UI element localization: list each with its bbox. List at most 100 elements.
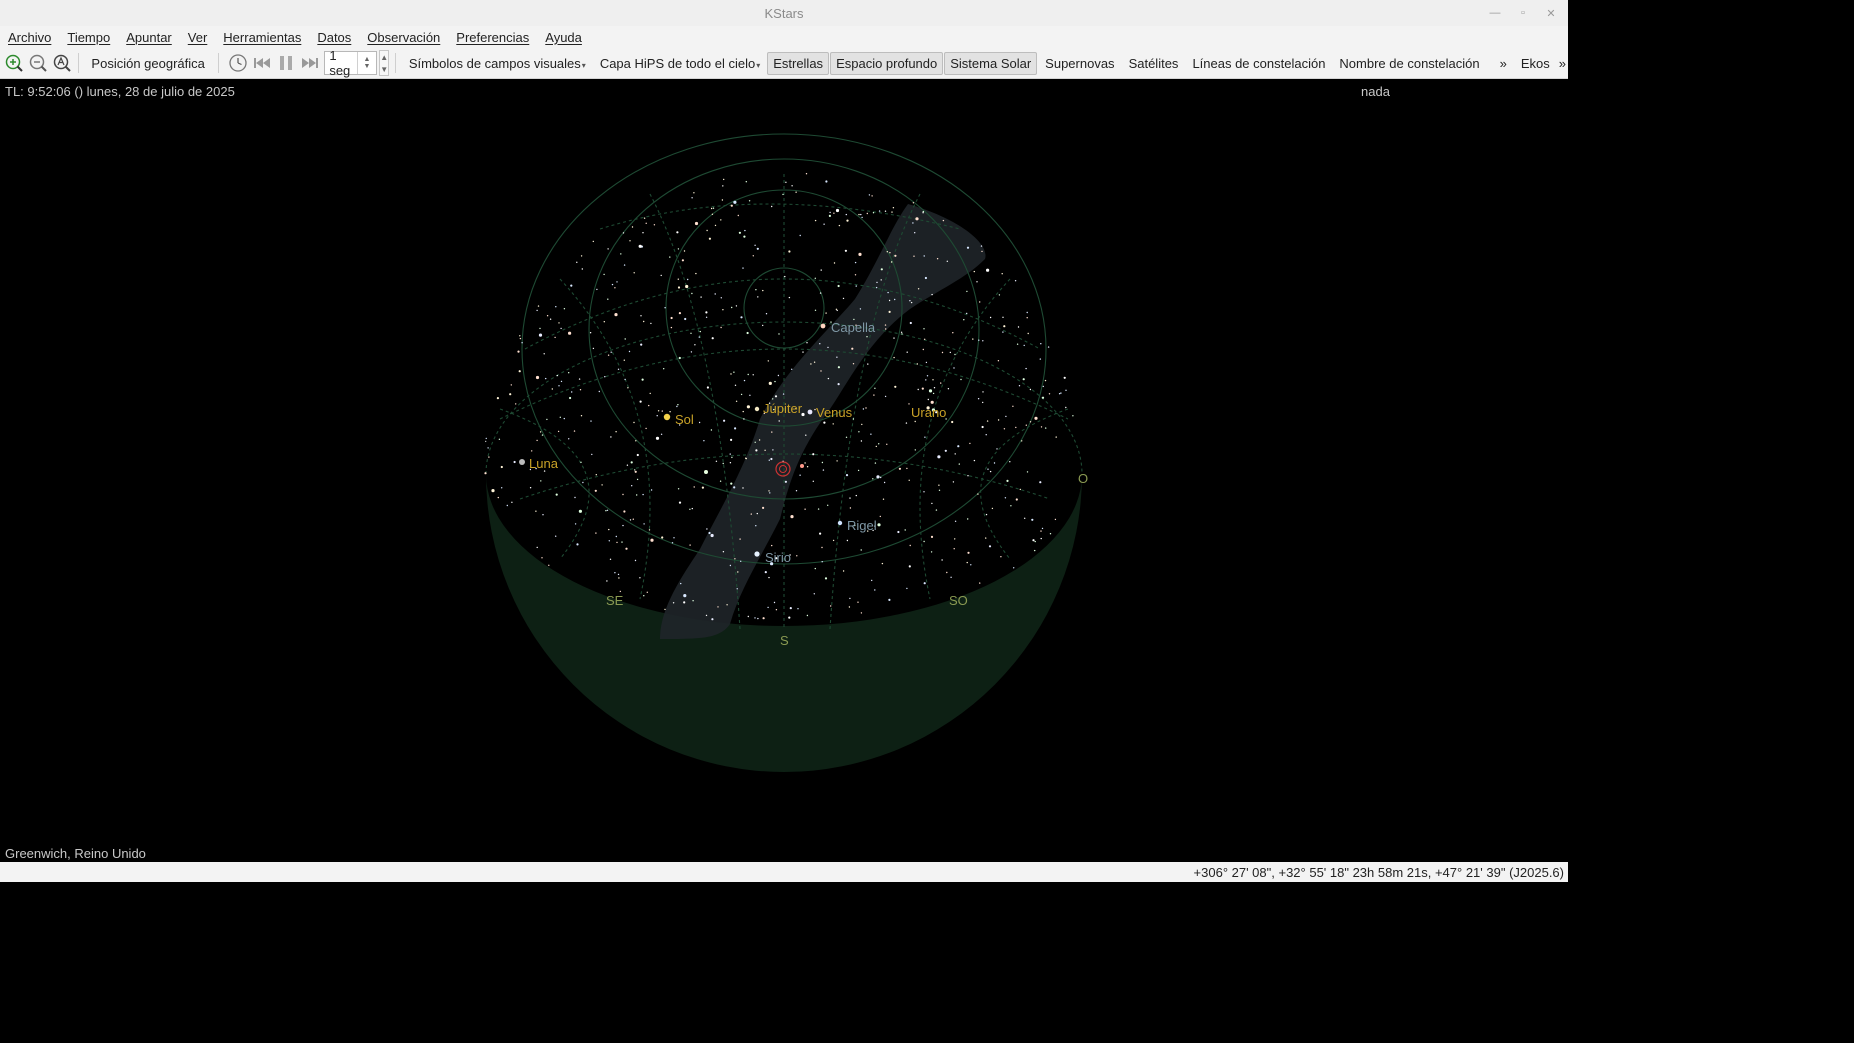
star	[607, 354, 610, 356]
star	[917, 288, 920, 290]
menu-datos[interactable]: Datos	[309, 30, 359, 45]
star	[698, 336, 700, 338]
star	[908, 565, 911, 568]
fov-symbols-label: Símbolos de campos visuales	[408, 55, 581, 71]
star	[871, 195, 873, 197]
fov-symbols-button[interactable]: Símbolos de campos visuales▾	[402, 56, 593, 71]
star	[849, 597, 851, 600]
star	[821, 561, 823, 563]
star	[784, 480, 788, 483]
star	[691, 507, 693, 510]
ekos-button[interactable]: Ekos	[1514, 56, 1557, 71]
close-button[interactable]: ✕	[1542, 4, 1560, 22]
star	[617, 368, 620, 370]
toggle-supernovae[interactable]: Supernovas	[1038, 56, 1121, 71]
sky-map-canvas[interactable]: Capella Júpiter Venus Urano Sol Luna Rig…	[0, 79, 1568, 862]
star	[661, 536, 664, 539]
star	[944, 449, 947, 452]
menu-apuntar[interactable]: Apuntar	[118, 30, 180, 45]
toolbar-overflow-button[interactable]: »	[1493, 56, 1514, 71]
menu-ver[interactable]: Ver	[180, 30, 216, 45]
time-step-spinbox[interactable]: 1 seg ▲ ▼	[324, 48, 377, 78]
toggle-deep-sky[interactable]: Espacio profundo	[830, 51, 944, 75]
star	[568, 331, 572, 335]
star	[849, 507, 852, 509]
star	[571, 391, 573, 393]
star	[862, 408, 865, 410]
star	[842, 570, 845, 572]
star	[676, 231, 679, 234]
coordinates-readout: +306° 27' 08", +32° 55' 18" 23h 58m 21s,…	[1193, 864, 1564, 880]
star	[914, 232, 916, 234]
star	[913, 255, 915, 257]
star	[708, 237, 712, 240]
star	[580, 415, 583, 417]
sky-map[interactable]: Capella Júpiter Venus Urano Sol Luna Rig…	[0, 79, 1568, 862]
hips-layer-button[interactable]: Capa HiPS de todo el cielo▾	[593, 56, 767, 71]
star	[643, 320, 645, 323]
star	[933, 387, 936, 389]
time-unit-stepper[interactable]: ▲ ▼	[378, 50, 390, 76]
menu-herramientas[interactable]: Herramientas	[215, 30, 309, 45]
time-step-value[interactable]: 1 seg	[325, 48, 357, 78]
star	[966, 561, 968, 564]
toolbar-overflow-button-2[interactable]: »	[1557, 56, 1568, 71]
star	[664, 307, 666, 309]
star	[632, 518, 634, 520]
star	[710, 207, 713, 210]
star	[559, 416, 561, 418]
minimize-button[interactable]: —	[1486, 4, 1504, 22]
geo-position-button[interactable]: Posición geográfica	[84, 56, 211, 71]
time-step-arrows[interactable]: ▲ ▼	[356, 52, 376, 74]
star	[906, 351, 908, 353]
star	[880, 476, 882, 479]
location-label: Greenwich, Reino Unido	[5, 846, 146, 861]
menu-tiempo[interactable]: Tiempo	[59, 30, 118, 45]
pause-icon[interactable]	[276, 52, 296, 74]
star	[642, 493, 644, 496]
zoom-in-icon[interactable]	[4, 52, 24, 74]
star	[768, 576, 770, 579]
star	[1019, 488, 1021, 491]
chevron-down-icon: ▾	[756, 60, 761, 70]
zoom-default-icon[interactable]	[52, 52, 72, 74]
star	[924, 276, 928, 280]
star	[838, 224, 841, 227]
menu-archivo[interactable]: Archivo	[0, 30, 59, 45]
toggle-constellation-lines[interactable]: Líneas de constelación	[1185, 56, 1332, 71]
star	[748, 200, 751, 202]
star	[924, 338, 926, 340]
star	[745, 457, 747, 459]
star	[491, 489, 495, 493]
skip-forward-icon[interactable]	[300, 52, 320, 74]
star	[484, 440, 487, 443]
star	[627, 387, 629, 389]
star	[884, 210, 887, 212]
menu-observacion[interactable]: Observación	[359, 30, 448, 45]
maximize-button[interactable]: ▫	[1514, 4, 1532, 22]
star	[851, 347, 854, 350]
star	[855, 494, 857, 497]
toggle-constellation-names[interactable]: Nombre de constelación	[1332, 56, 1486, 71]
star	[531, 450, 533, 452]
star	[967, 475, 969, 477]
star	[880, 268, 883, 271]
star	[827, 346, 829, 349]
star	[655, 436, 660, 440]
zoom-out-icon[interactable]	[28, 52, 48, 74]
star	[582, 481, 584, 484]
menu-ayuda[interactable]: Ayuda	[537, 30, 590, 45]
star	[877, 523, 881, 527]
menu-preferencias[interactable]: Preferencias	[448, 30, 537, 45]
star	[846, 219, 849, 222]
star	[860, 549, 862, 551]
toggle-solar-system[interactable]: Sistema Solar	[944, 51, 1038, 75]
star	[554, 336, 556, 339]
skip-back-icon[interactable]	[252, 52, 272, 74]
toggle-satellites[interactable]: Satélites	[1122, 56, 1186, 71]
star	[671, 542, 674, 544]
star	[681, 259, 685, 262]
toggle-stars[interactable]: Estrellas	[767, 51, 830, 75]
clock-icon[interactable]	[228, 52, 248, 74]
grid-meridian	[499, 408, 590, 560]
